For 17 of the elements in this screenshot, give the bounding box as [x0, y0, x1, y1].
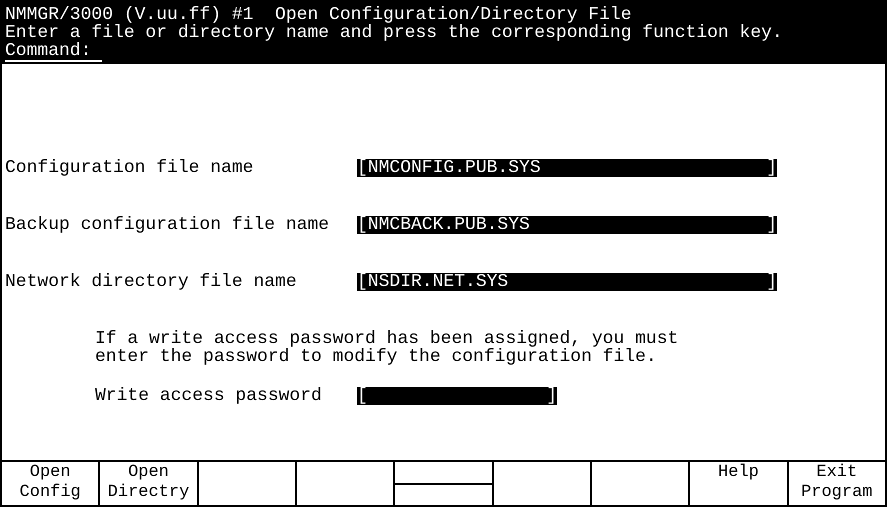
function-key[interactable]: [395, 462, 494, 505]
field-label: Configuration file name: [5, 159, 254, 177]
input-field[interactable]: [NSDIR.NET.SYS ]: [357, 273, 777, 291]
note-text: If a write access password has been assigned, you must enter the password to modify the configuration file.: [95, 330, 680, 366]
field-label: Network directory file name: [5, 273, 298, 291]
function-key[interactable]: Open Directry: [100, 462, 199, 505]
field-label: Backup configuration file name: [5, 216, 330, 234]
password-field[interactable]: [ ]: [357, 387, 557, 405]
function-key[interactable]: Exit Program: [788, 462, 885, 505]
screen-title: NMMGR/3000 (V.uu.ff) #1 Open Configuration/Directory File: [5, 6, 633, 24]
function-key[interactable]: Open Config: [2, 462, 100, 505]
field-label: Write access password: [95, 387, 323, 405]
input-field[interactable]: [NMCBACK.PUB.SYS ]: [357, 216, 777, 234]
instruction-text: Enter a file or directory name and press the corresponding function key.: [5, 24, 784, 42]
command-field[interactable]: Command:: [5, 42, 102, 62]
function-key[interactable]: Help: [690, 462, 789, 505]
input-field[interactable]: [NMCONFIG.PUB.SYS ]: [357, 159, 777, 177]
